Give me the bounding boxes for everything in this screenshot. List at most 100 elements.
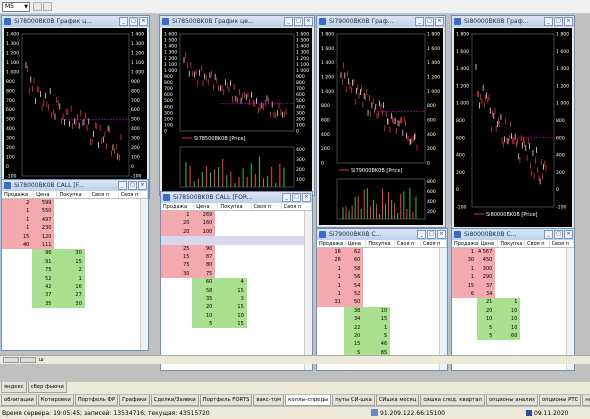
maximize-icon[interactable]: □ [554, 230, 563, 239]
workspace-tab[interactable]: яндекс [1, 382, 27, 393]
column-header[interactable]: Цена [34, 191, 58, 198]
column-header[interactable]: Своя п [395, 240, 421, 247]
order-book-row[interactable]: 5 60 [452, 331, 566, 341]
workspace-tab[interactable]: Котировки [37, 395, 74, 406]
order-book-row[interactable]: 5 10 [452, 323, 566, 332]
order-book-window[interactable]: Si80000BK0B C... _ □ × Продажа Цена Покупка Св… [451, 228, 575, 371]
scrollbar[interactable] [439, 248, 447, 370]
order-book-row[interactable]: 38 10 [317, 306, 439, 316]
order-book-row[interactable]: 2 599 [2, 199, 140, 208]
workspace-tab[interactable]: сбер фьючи [27, 382, 67, 393]
chart-canvas[interactable]: 1 800 1 800 1 600 1 600 1 400 1 400 1 200 1 200… [454, 28, 572, 227]
maximize-icon[interactable]: □ [292, 193, 301, 202]
maximize-icon[interactable]: □ [427, 230, 436, 239]
order-book-table[interactable]: 14 567 30 450 1 300 1 290 15 37 6 34 21 1 20 10 10 10 5 10… [452, 248, 566, 370]
order-book-window[interactable]: Si78500BK0B CALL [FOR... _ □ × Продажа Цена П… [160, 191, 313, 371]
order-book-row[interactable]: 10 10 [161, 311, 304, 321]
minimize-icon[interactable]: _ [417, 230, 426, 239]
order-book-row[interactable]: 10 10 [452, 315, 566, 324]
window-titlebar[interactable]: Si78500BK0B График це... _ □ × [160, 16, 314, 27]
order-book-row[interactable]: 1 54 [317, 281, 439, 290]
workspace-tab[interactable]: нефть- [582, 395, 590, 406]
order-book-row[interactable]: 91 15 [2, 257, 140, 267]
order-book-row[interactable]: 5 15 [161, 320, 304, 329]
order-book-row[interactable]: 58 15 [161, 286, 304, 295]
minimized-window[interactable] [3, 357, 19, 363]
order-book-row[interactable]: 96 30 [2, 249, 140, 258]
chart-canvas[interactable]: 1 800 1 800 1 600 1 600 1 400 1 400 1 200 1 200… [319, 28, 443, 225]
workspace-tab[interactable]: Сделки/Заявки [150, 395, 199, 406]
column-header[interactable]: Своя п [550, 240, 574, 247]
minimize-icon[interactable]: _ [544, 17, 553, 26]
workspace-tab[interactable]: Графики [119, 395, 150, 406]
workspace-tab[interactable]: вакс-том [253, 395, 285, 406]
order-book-row[interactable]: 75 2 [2, 266, 140, 275]
order-book-row[interactable]: 37 27 [2, 291, 140, 300]
order-book-row[interactable]: 22 1 [317, 323, 439, 332]
toolbar-button[interactable] [43, 2, 52, 11]
workspace-tab[interactable]: Портфель ФР [74, 395, 119, 406]
order-book-row[interactable]: 1 52 [317, 289, 439, 299]
order-book-window[interactable]: Si78000BK0B CALL [F... _ □ × Продажа Цена Пок… [1, 179, 149, 351]
close-icon[interactable]: × [435, 17, 444, 26]
order-book-row[interactable]: 1 497 [2, 215, 140, 225]
order-book-row[interactable]: 1 58 [317, 264, 439, 274]
workspace-tab[interactable]: коллы-спреды [285, 395, 332, 406]
order-book-row[interactable]: 31 50 [317, 298, 439, 307]
order-book-table[interactable]: 16 62 26 60 1 58 1 56 1 54 1 52 31 50 38 10 34 15 22 1 20 5 15… [317, 248, 439, 370]
workspace-tab[interactable]: сишка след. квартал [420, 395, 485, 406]
order-book-row[interactable]: 1 269 [161, 211, 304, 220]
order-book-row[interactable]: 75 80 [161, 261, 304, 270]
order-book-row[interactable]: 1 230 [2, 224, 140, 233]
order-book-row[interactable]: 30 75 [161, 269, 304, 279]
order-book-row[interactable]: 15 46 [317, 340, 439, 349]
window-titlebar[interactable]: Si78000BK0B График ц... _ □ × [2, 16, 149, 27]
workspace-tab[interactable]: опционы РТС [538, 395, 582, 406]
chart-window[interactable]: Si79000BK0B Граф... _ □ × 1 800 1 800 1 600 1 … [316, 15, 446, 228]
order-book-row[interactable]: 20 160 [161, 219, 304, 228]
order-book-row[interactable]: 1 290 [452, 273, 566, 282]
order-book-row[interactable]: 25 90 [161, 244, 304, 253]
column-header[interactable]: Цена [479, 240, 499, 247]
column-header[interactable]: Своя п [282, 203, 312, 210]
scrollbar[interactable] [304, 211, 312, 370]
close-icon[interactable]: × [564, 17, 573, 26]
column-header[interactable]: Продажа [161, 203, 195, 210]
order-book-window[interactable]: Si79000BK0B C... _ □ × Продажа Цена Покупка Св… [316, 228, 448, 371]
close-icon[interactable]: × [138, 181, 147, 190]
minimize-icon[interactable]: _ [415, 17, 424, 26]
chart-canvas[interactable]: 1 400 1 400 1 300 1 300 1 200 1 200 1 100 1 100… [4, 28, 147, 196]
close-icon[interactable]: × [302, 193, 311, 202]
column-header[interactable]: Своя п [90, 191, 119, 198]
column-header[interactable]: Продажа [317, 240, 346, 247]
window-titlebar[interactable]: Si78000BK0B CALL [F... _ □ × [2, 180, 148, 191]
order-book-row[interactable]: 21 1 [452, 298, 566, 307]
close-icon[interactable]: × [437, 230, 446, 239]
order-book-row[interactable]: 16 62 [317, 248, 439, 257]
order-book-table[interactable]: 1 269 20 160 20 100 25 90 15 87 75 80 30 75 60 4 58 15 35 3… [161, 211, 304, 370]
timeframe-select[interactable]: M5 ▼ [2, 2, 30, 12]
toolbar-button[interactable] [33, 2, 42, 11]
order-book-row[interactable]: 20 5 [317, 331, 439, 341]
window-titlebar[interactable]: Si80000BK0B Граф... _ □ × [452, 16, 574, 27]
workspace-tab[interactable]: Портфель FORTS [199, 395, 253, 406]
maximize-icon[interactable]: □ [294, 17, 303, 26]
order-book-row[interactable]: 20 10 [452, 306, 566, 316]
minimize-icon[interactable]: _ [284, 17, 293, 26]
order-book-row[interactable]: 20 100 [161, 227, 304, 237]
maximize-icon[interactable]: □ [129, 17, 138, 26]
column-header[interactable]: Покупка [366, 240, 395, 247]
maximize-icon[interactable]: □ [425, 17, 434, 26]
close-icon[interactable]: × [564, 230, 573, 239]
close-icon[interactable]: × [304, 17, 313, 26]
order-book-row[interactable]: 6 34 [452, 289, 566, 299]
order-book-row[interactable]: 35 3 [161, 294, 304, 304]
order-book-row[interactable]: 1 300 [452, 264, 566, 274]
column-header[interactable]: Покупка [498, 240, 526, 247]
column-header[interactable]: Своя п [421, 240, 447, 247]
order-book-row[interactable]: 35 30 [2, 299, 140, 309]
column-header[interactable]: Продажа [452, 240, 479, 247]
order-book-row[interactable]: 20 15 [161, 303, 304, 312]
order-book-row[interactable]: 30 450 [452, 256, 566, 265]
chart-window[interactable]: Si78500BK0B График це... _ □ × 1 600 1 600 1 … [159, 15, 315, 196]
